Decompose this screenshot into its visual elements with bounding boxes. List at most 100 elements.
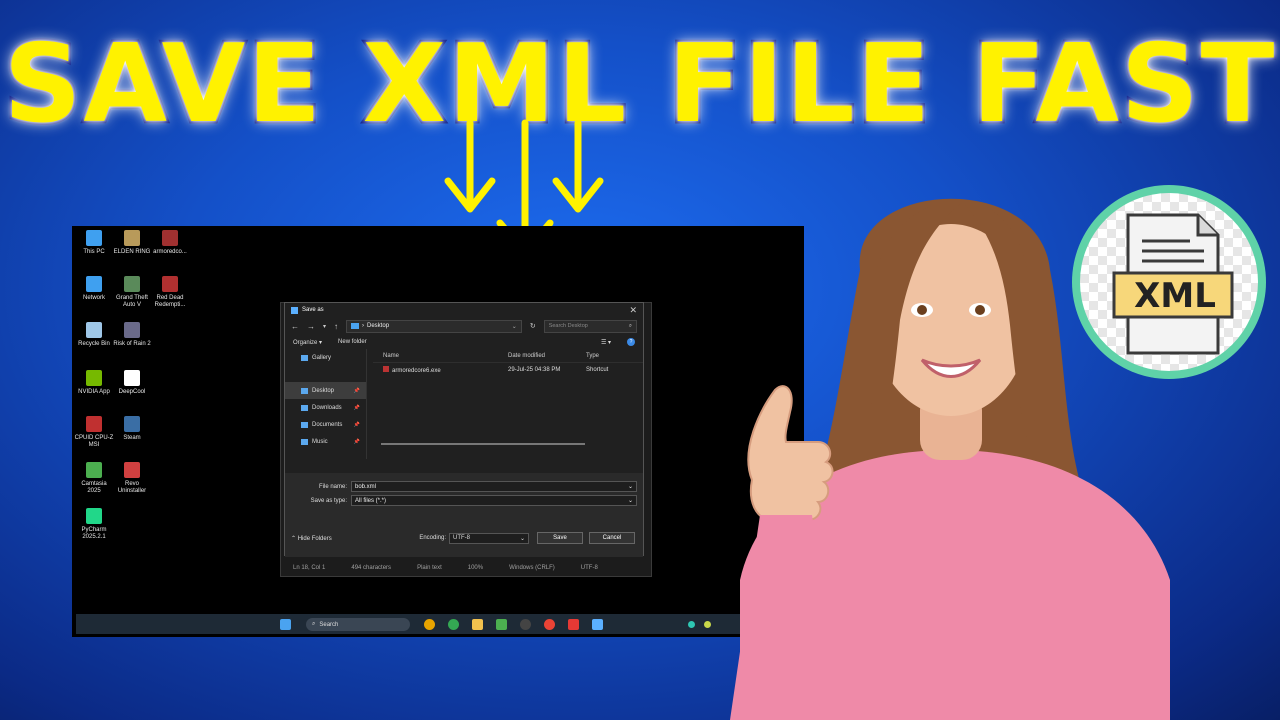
save-as-type-select[interactable]: All files (*.*) ⌄: [351, 495, 637, 506]
editor-status-bar: Ln 18, Col 1 494 characters Plain text 100%…: [281, 560, 651, 576]
desktop-icon-1[interactable]: ELDEN RING: [112, 230, 152, 256]
column-date[interactable]: Date modified: [508, 353, 586, 359]
game-icon: [162, 230, 178, 246]
notepad-icon: [291, 306, 298, 314]
nav-item-label: Gallery: [312, 354, 332, 361]
file-list-header: Name Date modified Type: [373, 349, 643, 363]
game-icon: [124, 276, 140, 292]
nav-item-label: Desktop: [312, 387, 335, 394]
file-rows: armoredcore6.exe 29-Jul-25 04:38 PM Shortc…: [373, 363, 643, 377]
desktop-icon-5[interactable]: Red Dead Redempti...: [150, 276, 190, 309]
file-name-label: File name:: [318, 483, 347, 490]
search-icon: ⌕: [312, 621, 316, 627]
notepad-icon[interactable]: [592, 619, 603, 630]
file-name-input[interactable]: bob.xml ⌄: [351, 481, 637, 492]
desktop-icon-2[interactable]: armoredco...: [150, 230, 190, 256]
status-item: UTF-8: [580, 565, 598, 571]
chrome-icon[interactable]: [424, 619, 435, 630]
arrow-right: [552, 119, 604, 213]
organize-button[interactable]: Organize ▾: [293, 339, 322, 346]
nav-item-music[interactable]: Music 📌: [285, 433, 366, 450]
back-icon[interactable]: ←: [291, 322, 299, 331]
status-item: Plain text: [417, 565, 442, 571]
desktop-icon-label: Camtasia 2025: [81, 481, 107, 494]
desktop-icon-label: Network: [82, 295, 105, 301]
desktop-icon-0[interactable]: This PC: [74, 230, 114, 256]
taskbar-search[interactable]: ⌕ Search: [306, 618, 410, 631]
chevron-down-icon[interactable]: ⌄: [628, 497, 633, 504]
search-icon: ⌕: [628, 322, 632, 329]
taskbar: ⌕ Search: [76, 614, 800, 634]
refresh-icon[interactable]: ↻: [530, 322, 536, 330]
pin-icon: 📌: [353, 438, 360, 445]
save-as-type-value: All files (*.*): [355, 497, 387, 504]
tray-icon[interactable]: [688, 621, 695, 628]
chevron-down-icon: ⌄: [519, 535, 525, 542]
desktop-icon-13[interactable]: Revo Uninstaller: [112, 462, 152, 495]
desktop-icon-3[interactable]: Network: [74, 276, 114, 302]
media-player-icon[interactable]: [520, 619, 531, 630]
folder-icon: [351, 323, 360, 329]
view-options-icon[interactable]: ☰ ▾: [601, 339, 611, 346]
file-name-cell: armoredcore6.exe: [373, 366, 508, 374]
nav-item-desktop[interactable]: Desktop 📌: [285, 382, 366, 399]
cpu-icon: [86, 416, 102, 432]
pycharm-icon: [86, 508, 102, 524]
horizontal-scrollbar[interactable]: [381, 443, 585, 445]
desktop-icon-14[interactable]: PyCharm 2025.2.1: [74, 508, 114, 541]
desktop-icon: [301, 387, 308, 394]
arrow-left: [444, 119, 496, 213]
camtasia-icon[interactable]: [496, 619, 507, 630]
xml-file-badge: XML: [1072, 185, 1266, 379]
search-input[interactable]: Search Desktop ⌕: [543, 319, 637, 333]
file-explorer-icon[interactable]: [472, 619, 483, 630]
forward-icon[interactable]: →: [307, 322, 315, 331]
save-as-dialog: Save as ✕ ← → ▾ ↑ › Desktop ⌄ ↻ Search D…: [284, 302, 644, 557]
save-as-type-row: Save as type: All files (*.*) ⌄: [285, 495, 643, 506]
help-icon[interactable]: ?: [627, 338, 635, 346]
save-button[interactable]: Save: [537, 532, 583, 544]
network-icon: [86, 276, 102, 292]
desktop-icon-label: Steam: [123, 435, 141, 441]
chrome-icon[interactable]: [448, 619, 459, 630]
desktop-icon-11[interactable]: Steam: [112, 416, 152, 442]
status-item: 100%: [467, 565, 484, 571]
desktop-icon-label: Recycle Bin: [78, 341, 110, 347]
desktop-icon-4[interactable]: Grand Theft Auto V: [112, 276, 152, 309]
desktop-icon-8[interactable]: NVIDIA App: [74, 370, 114, 396]
dialog-titlebar: Save as ✕: [285, 303, 643, 317]
column-name[interactable]: Name: [373, 353, 508, 359]
address-dropdown-icon[interactable]: ⌄: [512, 323, 517, 330]
recycle-bin-icon: [86, 322, 102, 338]
desktop-icon-9[interactable]: DeepCool: [112, 370, 152, 396]
hide-folders-button[interactable]: ⌃ Hide Folders: [291, 535, 332, 542]
desktop-icon-label: Revo Uninstaller: [117, 481, 147, 494]
cancel-button[interactable]: Cancel: [589, 532, 635, 544]
desktop-icon-6[interactable]: Recycle Bin: [74, 322, 114, 348]
nav-item-documents[interactable]: Documents 📌: [285, 416, 366, 433]
up-icon[interactable]: ↑: [334, 322, 338, 331]
encoding-select[interactable]: UTF-8 ⌄: [449, 532, 529, 544]
dialog-body: Gallery Desktop 📌 Downloads 📌 Documents 📌 Music…: [285, 349, 643, 459]
file-row[interactable]: armoredcore6.exe 29-Jul-25 04:38 PM Shortc…: [373, 363, 643, 377]
gallery-icon: [301, 354, 308, 361]
desktop-icon-10[interactable]: CPUID CPU-Z MSI: [74, 416, 114, 449]
desktop-icon-7[interactable]: Risk of Rain 2: [112, 322, 152, 348]
chevron-down-icon[interactable]: ⌄: [628, 483, 633, 490]
nav-item-downloads[interactable]: Downloads 📌: [285, 399, 366, 416]
camtasia-recorder-icon[interactable]: [568, 619, 579, 630]
desktop-screenshot: This PC ELDEN RING armoredco... Network Gran…: [72, 226, 804, 637]
game-icon: [124, 230, 140, 246]
address-bar[interactable]: › Desktop ⌄: [346, 319, 522, 333]
close-icon[interactable]: ✕: [629, 305, 637, 316]
nav-item-gallery[interactable]: Gallery: [285, 349, 366, 366]
desktop-icon-label: armoredco...: [153, 249, 187, 255]
chrome-icon[interactable]: [544, 619, 555, 630]
xml-label: XML: [1134, 276, 1216, 316]
new-folder-button[interactable]: New folder: [338, 339, 367, 345]
windows-start-icon[interactable]: [280, 619, 291, 630]
column-type[interactable]: Type: [586, 353, 636, 359]
chevron-down-icon[interactable]: ▾: [323, 323, 326, 330]
desktop-icon-12[interactable]: Camtasia 2025: [74, 462, 114, 495]
headline: SAVE XML FILE FAST: [1, 20, 1277, 150]
